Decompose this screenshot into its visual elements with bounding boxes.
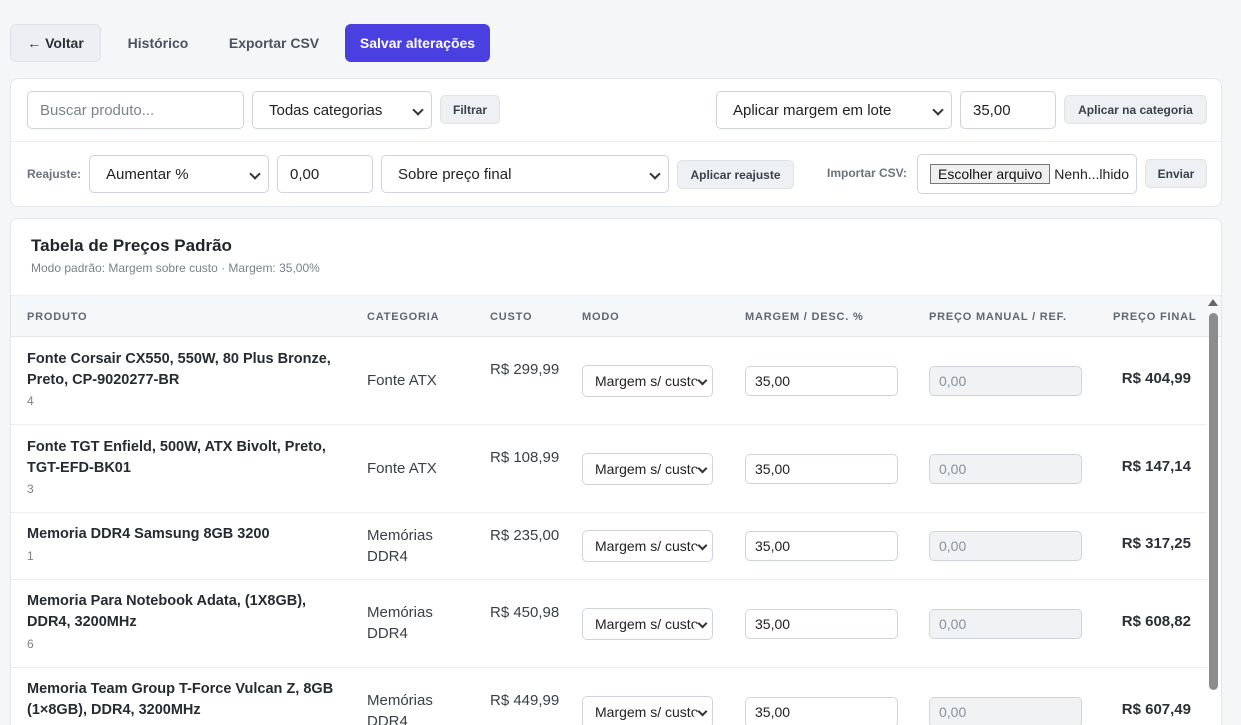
margin-input[interactable]: 35,00: [745, 454, 898, 484]
file-status-text: Nenh...lhido: [1054, 166, 1129, 182]
category-select[interactable]: Todas categorias: [252, 91, 432, 129]
import-csv-label: Importar CSV:: [827, 166, 908, 180]
manual-price-input[interactable]: 0,00: [929, 609, 1082, 639]
product-cost: R$ 299,99: [490, 361, 560, 378]
product-name: Memoria DDR4 Samsung 8GB 3200: [27, 526, 270, 542]
header-cost: CUSTO: [490, 311, 533, 323]
adjust-type-select[interactable]: Aumentar %: [89, 155, 269, 193]
header-manual-price: PREÇO MANUAL / REF.: [929, 311, 1067, 323]
apply-adjust-button[interactable]: Aplicar reajuste: [677, 160, 794, 189]
product-id: 4: [27, 394, 34, 408]
margin-input[interactable]: 35,00: [745, 531, 898, 561]
margin-input[interactable]: 35,00: [745, 366, 898, 396]
batch-margin-select[interactable]: Aplicar margem em lote: [716, 91, 952, 129]
table-title: Tabela de Preços Padrão: [31, 236, 232, 255]
header-final-price: PREÇO FINAL: [1113, 311, 1197, 323]
manual-price-input[interactable]: 0,00: [929, 454, 1082, 484]
save-button[interactable]: Salvar alterações: [345, 24, 490, 62]
adjust-amount-input[interactable]: 0,00: [277, 155, 373, 193]
product-name: Memoria Para Notebook Adata, (1X8GB), DD…: [27, 593, 307, 630]
table-subtitle: Modo padrão: Margem sobre custo · Margem…: [31, 261, 320, 275]
product-category: Fonte ATX: [367, 372, 437, 389]
product-cost: R$ 449,99: [490, 692, 560, 709]
final-price: R$ 607,49: [1121, 701, 1191, 718]
mode-select[interactable]: Margem s/ custo: [582, 696, 713, 725]
product-cost: R$ 108,99: [490, 449, 560, 466]
export-csv-button[interactable]: Exportar CSV: [216, 24, 332, 62]
table-row: Fonte TGT Enfield, 500W, ATX Bivolt, Pre…: [11, 425, 1207, 513]
final-price: R$ 147,14: [1121, 458, 1191, 475]
table-row: Memoria Team Group T-Force Vulcan Z, 8GB…: [11, 668, 1207, 725]
mode-select[interactable]: Margem s/ custo: [582, 453, 713, 485]
product-category: Memórias DDR4: [367, 692, 433, 725]
final-price: R$ 608,82: [1121, 613, 1191, 630]
margin-input[interactable]: 35,00: [745, 609, 898, 639]
header-category: CATEGORIA: [367, 311, 440, 323]
margin-input[interactable]: 35,00: [745, 697, 898, 725]
mode-select[interactable]: Margem s/ custo: [582, 365, 713, 397]
header-margin: MARGEM / DESC. %: [745, 311, 864, 323]
mode-select[interactable]: Margem s/ custo: [582, 530, 713, 562]
table-row: Memoria Para Notebook Adata, (1X8GB), DD…: [11, 580, 1207, 668]
adjust-base-select[interactable]: Sobre preço final: [381, 155, 669, 193]
product-name: Fonte Corsair CX550, 550W, 80 Plus Bronz…: [27, 351, 331, 388]
final-price: R$ 317,25: [1121, 535, 1191, 552]
scrollbar-thumb[interactable]: [1209, 313, 1218, 690]
header-product: PRODUTO: [27, 311, 88, 323]
manual-price-input[interactable]: 0,00: [929, 531, 1082, 561]
mode-select[interactable]: Margem s/ custo: [582, 608, 713, 640]
choose-file-button[interactable]: Escolher arquivo: [930, 164, 1051, 184]
product-id: 3: [27, 482, 34, 496]
apply-category-button[interactable]: Aplicar na categoria: [1064, 95, 1207, 124]
back-button[interactable]: ← Voltar: [10, 24, 101, 62]
product-category: Memórias DDR4: [367, 604, 433, 642]
manual-price-input[interactable]: 0,00: [929, 366, 1082, 396]
product-id: 1: [27, 549, 34, 563]
table-header: PRODUTO CATEGORIA CUSTO MODO MARGEM / DE…: [11, 295, 1221, 337]
filters-divider: [11, 141, 1221, 142]
header-mode: MODO: [582, 311, 620, 323]
product-name: Fonte TGT Enfield, 500W, ATX Bivolt, Pre…: [27, 439, 326, 476]
history-button[interactable]: Histórico: [112, 24, 204, 62]
search-input[interactable]: Buscar produto...: [27, 91, 244, 129]
table-row: Memoria DDR4 Samsung 8GB 3200 1 Memórias…: [11, 513, 1207, 580]
filters-panel: Buscar produto... Todas categorias Filtr…: [10, 78, 1222, 207]
price-table-card: Tabela de Preços Padrão Modo padrão: Mar…: [10, 218, 1222, 725]
product-cost: R$ 450,98: [490, 604, 560, 621]
product-cost: R$ 235,00: [490, 527, 560, 544]
product-category: Fonte ATX: [367, 460, 437, 477]
final-price: R$ 404,99: [1121, 370, 1191, 387]
csv-file-input[interactable]: Escolher arquivo Nenh...lhido: [917, 154, 1137, 194]
filter-button[interactable]: Filtrar: [440, 95, 500, 124]
product-name: Memoria Team Group T-Force Vulcan Z, 8GB…: [27, 681, 334, 718]
product-id: 6: [27, 637, 34, 651]
scroll-up-arrow-icon[interactable]: [1208, 299, 1218, 306]
adjust-label: Reajuste:: [27, 167, 82, 181]
manual-price-input[interactable]: 0,00: [929, 697, 1082, 725]
send-button[interactable]: Enviar: [1145, 159, 1207, 188]
table-row: Fonte Corsair CX550, 550W, 80 Plus Bronz…: [11, 337, 1207, 425]
batch-margin-input[interactable]: 35,00: [960, 91, 1056, 129]
product-category: Memórias DDR4: [367, 527, 433, 565]
